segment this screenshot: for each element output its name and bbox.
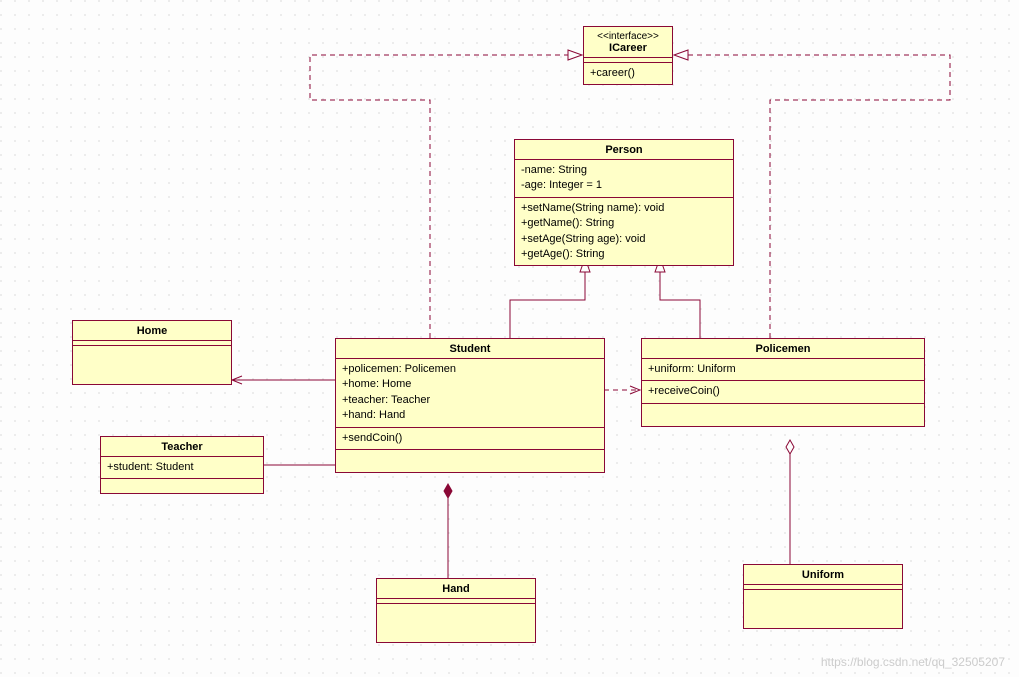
class-name: Student	[450, 343, 491, 355]
class-icareer[interactable]: <<interface>> ICareer +career()	[583, 26, 673, 85]
attr-item: +student: Student	[107, 460, 257, 475]
class-name: Teacher	[161, 441, 202, 453]
attr-item: +uniform: Uniform	[648, 362, 918, 377]
class-person[interactable]: Person -name: String -age: Integer = 1 +…	[514, 139, 734, 266]
attrs-section: -name: String -age: Integer = 1	[515, 160, 733, 198]
method-item: +getName(): String	[521, 216, 727, 231]
class-hand[interactable]: Hand	[376, 578, 536, 643]
methods-section: +setName(String name): void +getName(): …	[515, 198, 733, 266]
class-student[interactable]: Student +policemen: Policemen +home: Hom…	[335, 338, 605, 473]
attrs-section: +student: Student	[101, 457, 263, 479]
method-item: +setAge(String age): void	[521, 232, 727, 247]
attr-item: -name: String	[521, 163, 727, 178]
method-item: +getAge(): String	[521, 247, 727, 262]
rel-student-person	[510, 258, 585, 338]
class-name: Hand	[442, 583, 470, 595]
class-name: Person	[605, 144, 642, 156]
method-item: +sendCoin()	[342, 431, 598, 446]
attr-item: -age: Integer = 1	[521, 178, 727, 193]
method-item: +career()	[590, 66, 666, 81]
attrs-section: +policemen: Policemen +home: Home +teach…	[336, 359, 604, 428]
methods-section: +sendCoin()	[336, 428, 604, 450]
attr-item: +teacher: Teacher	[342, 393, 598, 408]
class-teacher[interactable]: Teacher +student: Student	[100, 436, 264, 494]
class-name: Uniform	[802, 569, 844, 581]
class-name: Policemen	[755, 343, 810, 355]
method-item: +setName(String name): void	[521, 201, 727, 216]
class-title: <<interface>> ICareer	[584, 27, 672, 58]
rel-policemen-person	[660, 258, 700, 338]
methods-section: +career()	[584, 63, 672, 84]
method-item: +receiveCoin()	[648, 384, 918, 399]
class-name: ICareer	[609, 42, 647, 54]
stereotype-label: <<interface>>	[590, 31, 666, 42]
attr-item: +home: Home	[342, 377, 598, 392]
class-name: Home	[137, 325, 168, 337]
class-home[interactable]: Home	[72, 320, 232, 385]
attrs-section: +uniform: Uniform	[642, 359, 924, 381]
watermark-text: https://blog.csdn.net/qq_32505207	[821, 655, 1005, 669]
attr-item: +policemen: Policemen	[342, 362, 598, 377]
methods-section: +receiveCoin()	[642, 381, 924, 403]
class-policemen[interactable]: Policemen +uniform: Uniform +receiveCoin…	[641, 338, 925, 427]
class-uniform[interactable]: Uniform	[743, 564, 903, 629]
attr-item: +hand: Hand	[342, 408, 598, 423]
